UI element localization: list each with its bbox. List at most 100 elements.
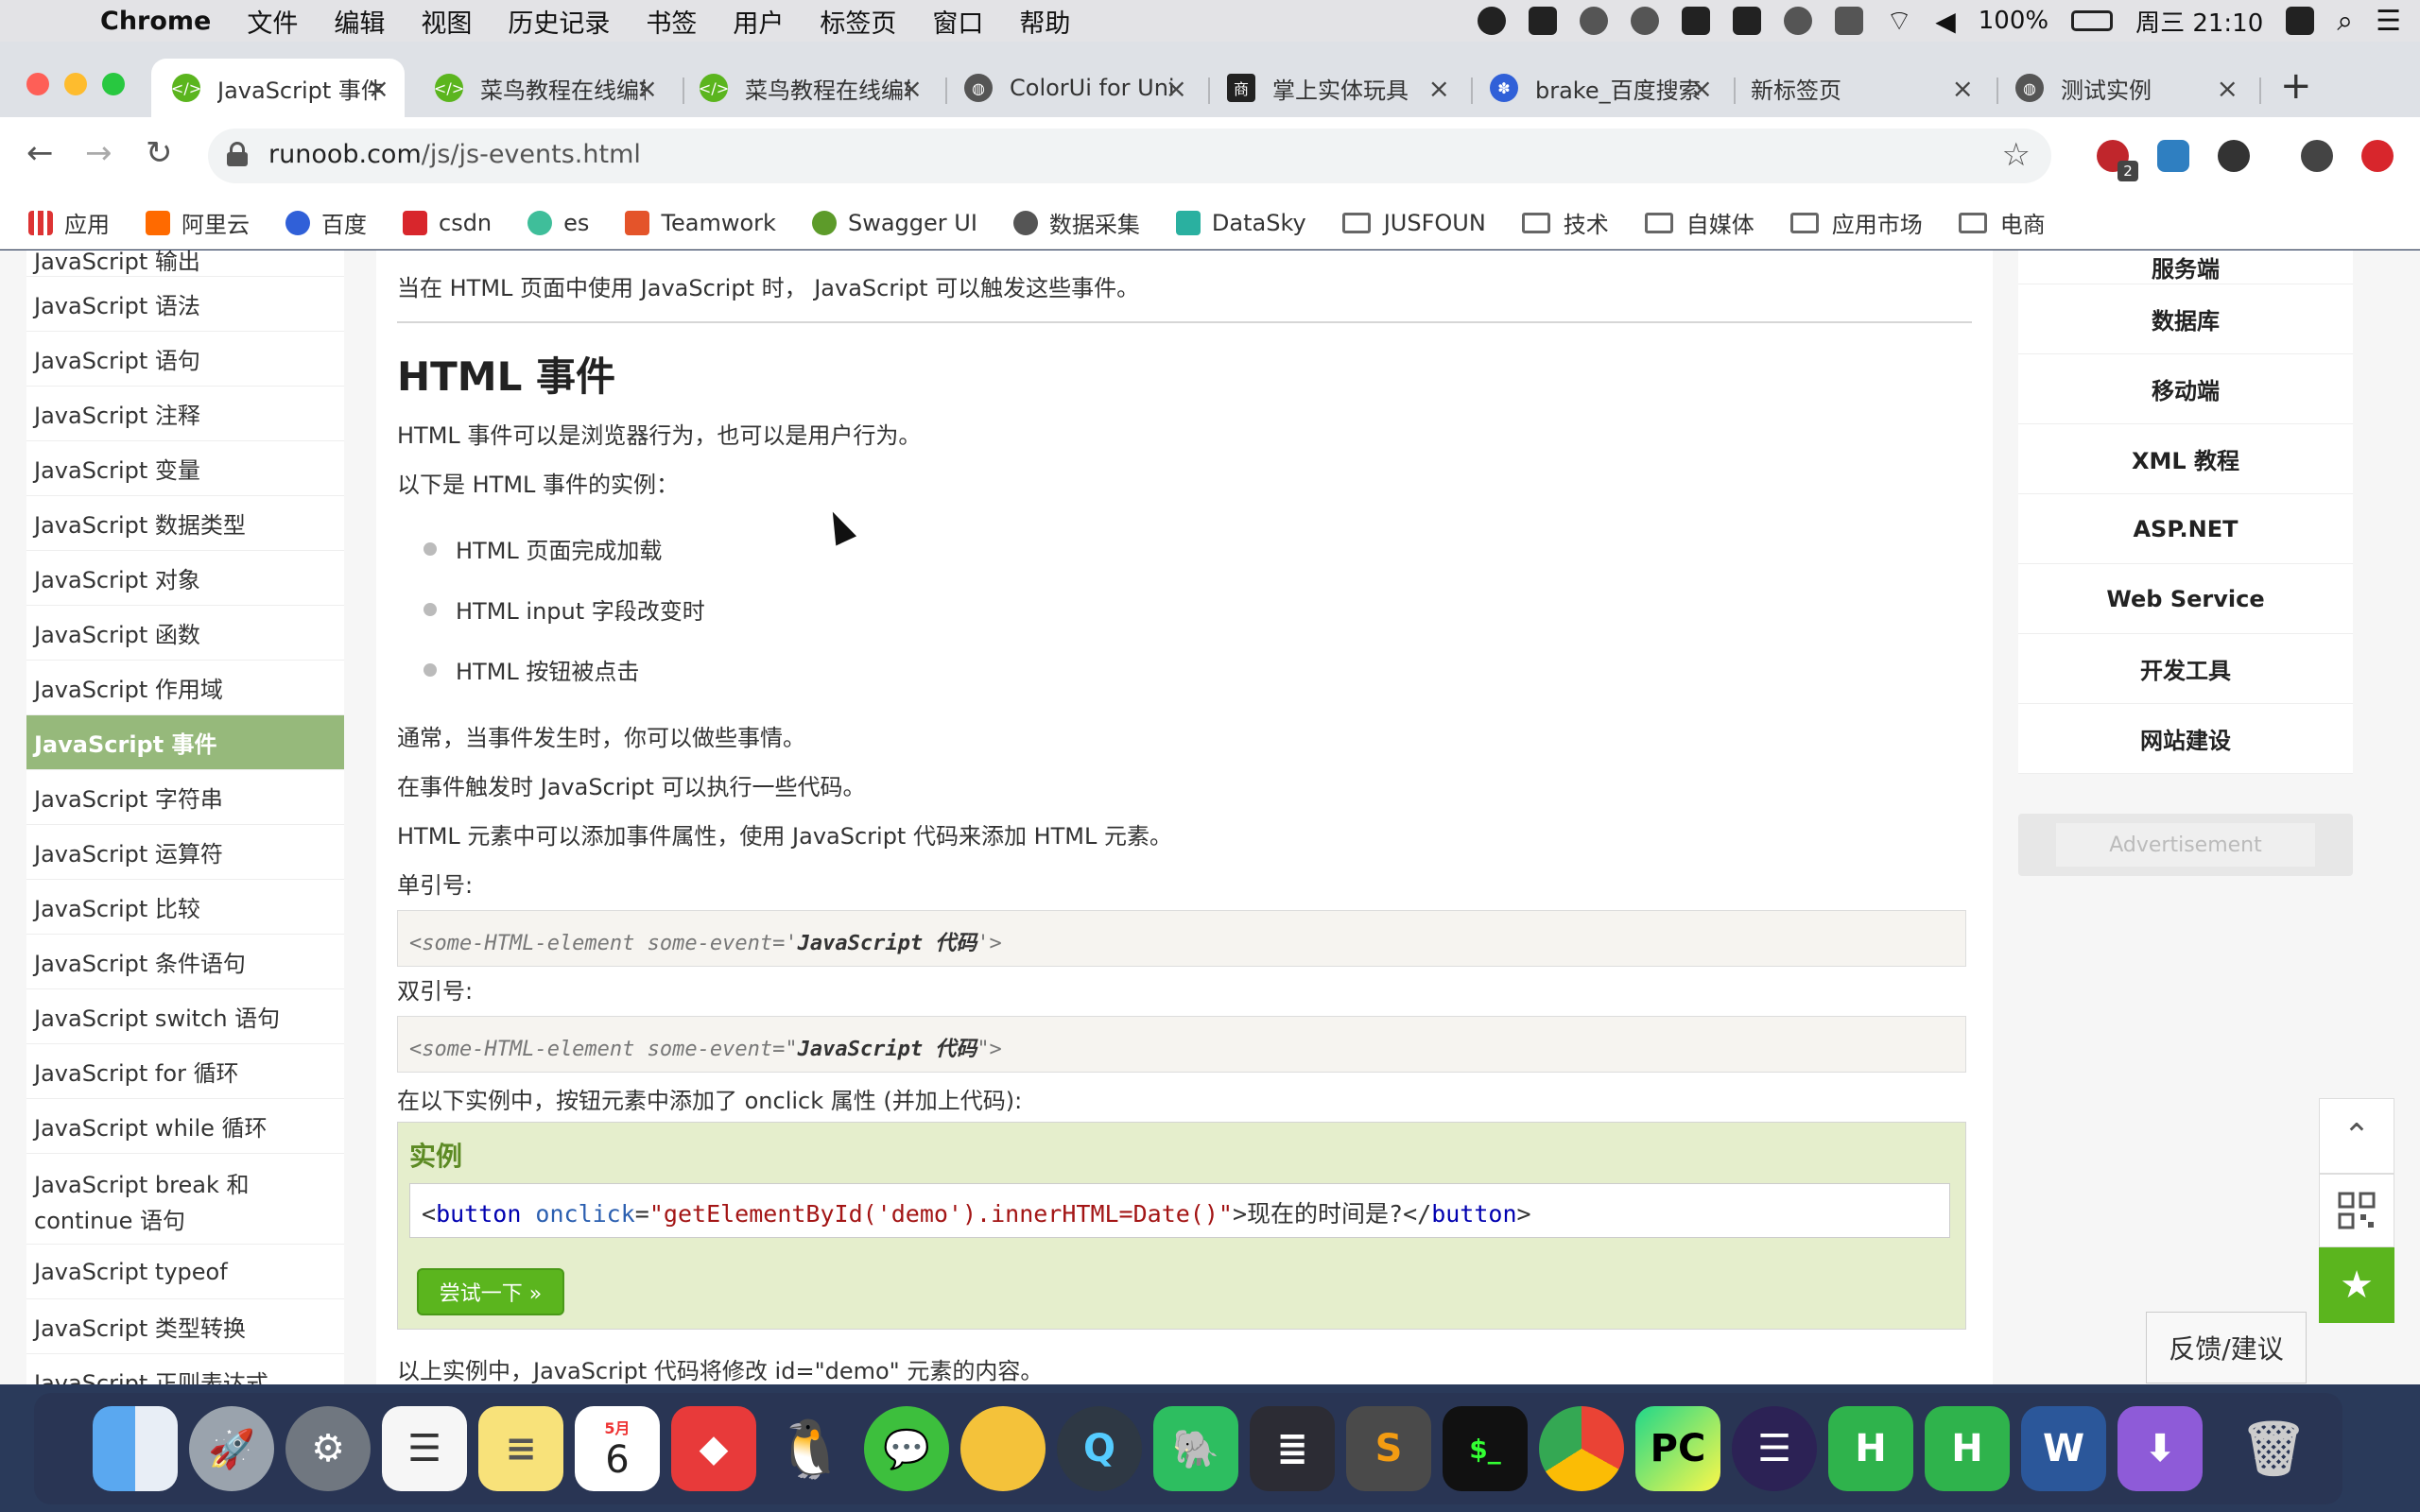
trash-dock-icon[interactable]: 🗑 — [2231, 1406, 2316, 1491]
sidebar-item[interactable]: JavaScript 函数 — [26, 606, 344, 661]
sidebar-item-output[interactable]: JavaScript 输出 — [26, 250, 344, 277]
hbuilder-x-dock-icon[interactable]: H — [1925, 1406, 2010, 1491]
shield-app-dock-icon[interactable]: ⬇ — [2118, 1406, 2203, 1491]
minimize-window-button[interactable] — [64, 73, 87, 95]
record-icon[interactable] — [1477, 7, 1506, 35]
right-nav-item[interactable]: 数据库 — [2018, 284, 2353, 354]
sidebar-item[interactable]: JavaScript 注释 — [26, 387, 344, 441]
tab-javascript-events[interactable]: </> JavaScript 事件 × — [151, 59, 405, 117]
calendar-dock-icon[interactable]: 5月 6 — [575, 1406, 660, 1491]
bookmark-star-icon[interactable]: ☆ — [2002, 136, 2031, 174]
sidebar-item[interactable]: JavaScript typeof — [26, 1245, 344, 1299]
try-it-button[interactable]: 尝试一下 » — [417, 1268, 564, 1315]
evernote-status-icon[interactable] — [1732, 7, 1761, 35]
tab-test-example[interactable]: ◍ 测试实例 × — [2015, 64, 2238, 112]
word-dock-icon[interactable]: W — [2021, 1406, 2106, 1491]
system-preferences-gear-dock-icon[interactable]: ⚙ — [285, 1406, 371, 1491]
reload-icon[interactable]: ↻ — [146, 134, 173, 172]
terminal-dock-icon[interactable]: $_ — [1443, 1406, 1528, 1491]
pycharm-dock-icon[interactable]: PC — [1635, 1406, 1720, 1491]
tab-close-icon[interactable]: × — [1428, 73, 1450, 104]
notes-dock-icon[interactable]: ≡ — [478, 1406, 563, 1491]
sublime-text-dock-icon[interactable]: S — [1346, 1406, 1431, 1491]
bookmark-folder-tech[interactable]: 技术 — [1521, 206, 1609, 239]
feedback-button[interactable]: 反馈/建议 — [2146, 1312, 2307, 1383]
sidebar-item[interactable]: JavaScript 对象 — [26, 551, 344, 606]
sidebar-item-events-active[interactable]: JavaScript 事件 — [26, 715, 344, 770]
chrome-dock-icon[interactable] — [1539, 1406, 1624, 1491]
finder-dock-icon[interactable] — [93, 1406, 178, 1491]
sync-status-icon[interactable] — [1681, 7, 1710, 35]
sublime-status-icon[interactable] — [2286, 7, 2315, 35]
close-window-button[interactable] — [26, 73, 49, 95]
right-nav-item[interactable]: 开发工具 — [2018, 634, 2353, 704]
update-indicator-icon[interactable] — [2361, 140, 2394, 172]
spotlight-search-icon[interactable]: ⌕ — [2337, 5, 2353, 38]
code-editor-dock-icon[interactable]: ≣ — [1250, 1406, 1335, 1491]
tab-colorui[interactable]: ◍ ColorUi for UniApp × — [964, 64, 1187, 112]
tab-close-icon[interactable]: × — [2217, 73, 2238, 104]
right-nav-item[interactable]: Web Service — [2018, 564, 2353, 634]
tab-close-icon[interactable]: × — [368, 73, 389, 104]
notification-bell-icon[interactable] — [1630, 7, 1659, 35]
tab-close-icon[interactable]: × — [901, 73, 923, 104]
back-arrow-icon[interactable]: ← — [26, 134, 54, 172]
eclipse-dock-icon[interactable]: ☰ — [1732, 1406, 1817, 1491]
bookmark-folder-ecommerce[interactable]: 电商 — [1958, 206, 2046, 239]
bookmark-folder-media[interactable]: 自媒体 — [1644, 206, 1754, 239]
sidebar-item[interactable]: JavaScript while 循环 — [26, 1099, 344, 1154]
tab-close-icon[interactable]: × — [1691, 73, 1713, 104]
menubar-clock[interactable]: 周三 21:10 — [2135, 4, 2263, 39]
menu-tabs[interactable]: 标签页 — [820, 3, 896, 40]
battery-icon[interactable] — [2071, 10, 2114, 31]
tab-runoob-editor-2[interactable]: </> 菜鸟教程在线编辑器 × — [699, 64, 923, 112]
wechat-status-icon[interactable] — [1579, 7, 1608, 35]
menu-window[interactable]: 窗口 — [932, 3, 983, 40]
sidebar-item[interactable]: JavaScript 变量 — [26, 441, 344, 496]
launchpad-rocket-dock-icon[interactable]: 🚀 — [189, 1406, 274, 1491]
favorite-star-icon[interactable]: ★ — [2319, 1247, 2394, 1323]
new-tab-plus-icon[interactable]: + — [2280, 64, 2312, 108]
bookmark-teamwork[interactable]: Teamwork — [625, 210, 776, 236]
qr-code-icon[interactable] — [2319, 1174, 2394, 1247]
control-center-icon[interactable]: ☰ — [2376, 5, 2401, 38]
menu-app-name[interactable]: Chrome — [100, 7, 211, 36]
lock-icon[interactable] — [227, 142, 248, 166]
sidebar-item[interactable]: JavaScript 作用域 — [26, 661, 344, 715]
bookmark-csdn[interactable]: csdn — [403, 210, 492, 236]
bookmark-baidu[interactable]: 百度 — [285, 206, 367, 239]
bookmark-es[interactable]: es — [527, 210, 589, 236]
menu-history[interactable]: 历史记录 — [508, 3, 610, 40]
sidebar-item[interactable]: JavaScript 运算符 — [26, 825, 344, 880]
right-nav-item-server[interactable]: 服务端 — [2018, 250, 2353, 284]
sea-app-dock-icon[interactable] — [960, 1406, 1046, 1491]
tab-runoob-editor-1[interactable]: </> 菜鸟教程在线编辑器 × — [434, 64, 658, 112]
volume-icon[interactable]: ◀ — [1935, 6, 1956, 37]
tab-new-tab[interactable]: 新标签页 × — [1751, 64, 1974, 112]
sidebar-item[interactable]: JavaScript 类型转换 — [26, 1299, 344, 1354]
right-nav-item[interactable]: XML 教程 — [2018, 424, 2353, 494]
tab-toy-store[interactable]: 商 掌上实体玩具 × — [1227, 64, 1450, 112]
sidebar-item[interactable]: JavaScript 条件语句 — [26, 935, 344, 989]
bookmark-folder-appstore[interactable]: 应用市场 — [1789, 206, 1923, 239]
reminders-dock-icon[interactable]: ☰ — [382, 1406, 467, 1491]
menu-help[interactable]: 帮助 — [1019, 3, 1070, 40]
evernote-extension-icon[interactable] — [2218, 140, 2250, 172]
right-nav-item[interactable]: ASP.NET — [2018, 494, 2353, 564]
sidebar-item[interactable]: JavaScript 字符串 — [26, 770, 344, 825]
memory-status-icon[interactable] — [1834, 7, 1863, 35]
bookmark-folder-jusfoun[interactable]: JUSFOUN — [1341, 210, 1486, 236]
sidebar-item[interactable]: JavaScript break 和 continue 语句 — [26, 1154, 344, 1245]
sidebar-item[interactable]: JavaScript 比较 — [26, 880, 344, 935]
sidebar-item[interactable]: JavaScript 语句 — [26, 332, 344, 387]
s-extension-icon[interactable] — [2157, 140, 2189, 172]
sidebar-item[interactable]: JavaScript 数据类型 — [26, 496, 344, 551]
right-nav-item[interactable]: 网站建设 — [2018, 704, 2353, 774]
right-nav-item[interactable]: 移动端 — [2018, 354, 2353, 424]
evernote-elephant-dock-icon[interactable]: 🐘 — [1153, 1406, 1238, 1491]
bookmark-apps[interactable]: 应用 — [28, 206, 110, 239]
scroll-to-top-chevron-icon[interactable]: ⌃ — [2319, 1098, 2394, 1174]
headphones-icon[interactable] — [1783, 7, 1812, 35]
menu-view[interactable]: 视图 — [421, 3, 472, 40]
menu-user[interactable]: 用户 — [733, 3, 784, 40]
